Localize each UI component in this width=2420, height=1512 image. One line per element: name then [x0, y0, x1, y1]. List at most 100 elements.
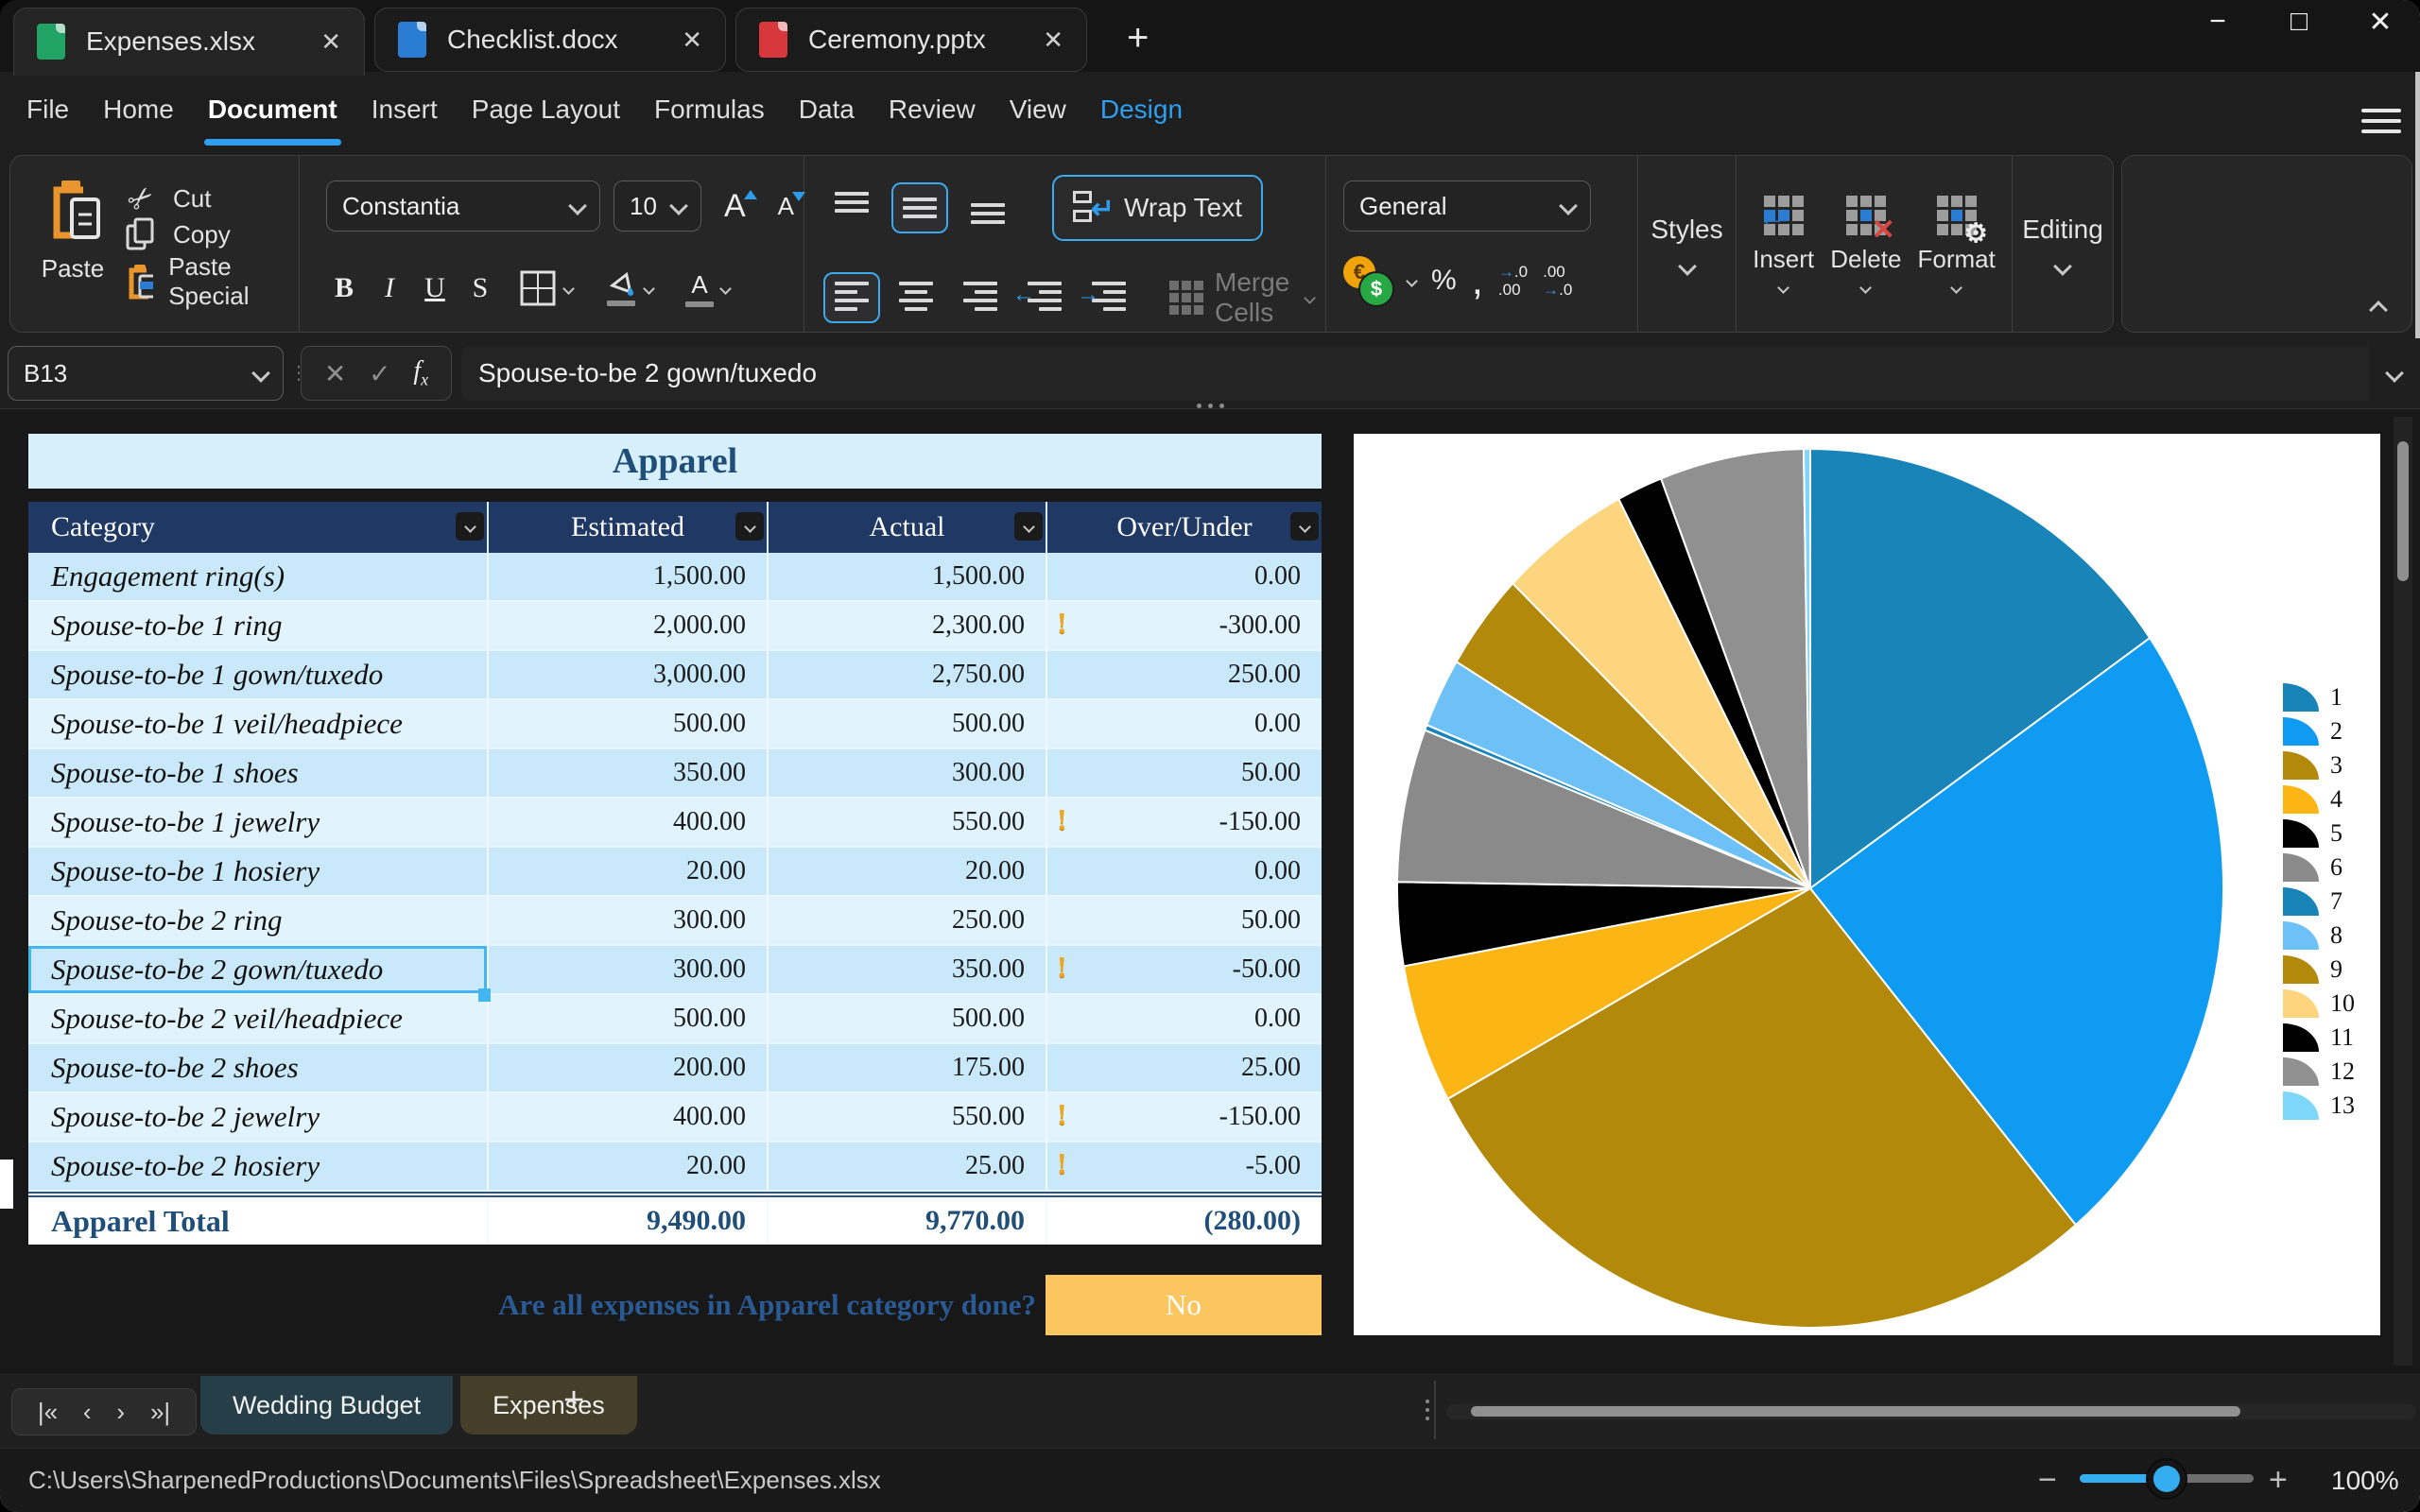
legend-item-5[interactable]: 5 — [2283, 814, 2355, 848]
cell-actual[interactable]: 550.00 — [767, 1093, 1046, 1141]
cell-category[interactable]: Spouse-to-be 2 ring — [28, 897, 487, 944]
cell-actual[interactable]: 25.00 — [767, 1143, 1046, 1190]
filter-button[interactable] — [1014, 512, 1043, 541]
confirm-formula-icon[interactable]: ✓ — [369, 358, 390, 389]
legend-item-3[interactable]: 3 — [2283, 746, 2355, 780]
zoom-slider-knob[interactable] — [2153, 1466, 2180, 1492]
close-icon[interactable]: ✕ — [1043, 26, 1063, 55]
increase-decimal-button[interactable]: →.0 .00 — [1498, 263, 1528, 299]
menu-item-formulas[interactable]: Formulas — [654, 94, 765, 138]
filter-button[interactable] — [456, 512, 484, 541]
filter-button[interactable] — [1290, 512, 1319, 541]
cell-over-under[interactable]: 250.00 — [1046, 651, 1322, 698]
format-cells-button[interactable]: ⚙ Format — [1918, 196, 1996, 292]
cell-estimated[interactable]: 400.00 — [487, 1093, 767, 1141]
last-sheet-icon[interactable]: »| — [150, 1398, 170, 1427]
legend-item-13[interactable]: 13 — [2283, 1086, 2355, 1120]
pie-chart[interactable] — [1354, 434, 2380, 1335]
collapse-ribbon-icon[interactable] — [2369, 301, 2388, 319]
document-tab-ceremony-pptx[interactable]: Ceremony.pptx✕ — [735, 8, 1087, 72]
insert-function-icon[interactable]: fx — [413, 356, 428, 390]
cell-category[interactable]: Engagement ring(s) — [28, 553, 487, 600]
decrease-indent-button[interactable]: ← — [1016, 272, 1073, 323]
menu-item-design[interactable]: Design — [1100, 94, 1183, 138]
minimize-icon[interactable]: − — [2195, 6, 2240, 39]
cell-over-under[interactable]: !-150.00 — [1046, 799, 1322, 846]
document-tab-checklist-docx[interactable]: Checklist.docx✕ — [374, 8, 726, 72]
cell-category[interactable]: Spouse-to-be 1 hosiery — [28, 848, 487, 895]
paste-button[interactable]: Paste — [24, 179, 122, 315]
increase-font-size-button[interactable]: A — [715, 188, 755, 225]
cell-actual[interactable]: 350.00 — [767, 946, 1046, 993]
hamburger-menu-icon[interactable] — [2361, 102, 2401, 140]
sheet-tab-wedding-budget[interactable]: Wedding Budget — [200, 1376, 453, 1435]
first-sheet-icon[interactable]: |« — [38, 1398, 58, 1427]
bold-button[interactable]: B — [326, 266, 362, 311]
sheet-tab-expenses[interactable]: Expenses — [460, 1376, 637, 1435]
cell-estimated[interactable]: 3,000.00 — [487, 651, 767, 698]
cell-estimated[interactable]: 500.00 — [487, 995, 767, 1042]
legend-item-4[interactable]: 4 — [2283, 780, 2355, 814]
document-tab-expenses-xlsx[interactable]: Expenses.xlsx✕ — [13, 8, 365, 76]
comma-format-button[interactable]: , — [1472, 271, 1483, 290]
total-over-under[interactable]: (280.00) — [1046, 1197, 1322, 1245]
zoom-in-button[interactable]: + — [2269, 1462, 2288, 1499]
menu-item-view[interactable]: View — [1010, 94, 1066, 138]
pane-splitter-handle[interactable] — [1197, 404, 1224, 408]
cell-estimated[interactable]: 2,000.00 — [487, 602, 767, 649]
cell-actual[interactable]: 250.00 — [767, 897, 1046, 944]
cell-category[interactable]: Spouse-to-be 2 jewelry — [28, 1093, 487, 1141]
cell-over-under[interactable]: !-5.00 — [1046, 1143, 1322, 1190]
total-actual[interactable]: 9,770.00 — [767, 1197, 1046, 1245]
styles-group[interactable]: Styles — [1638, 156, 1737, 332]
font-size-select[interactable]: 10 — [614, 180, 701, 232]
borders-button[interactable] — [508, 260, 584, 317]
menu-item-data[interactable]: Data — [799, 94, 855, 138]
font-color-button[interactable]: A — [674, 261, 741, 317]
cell-actual[interactable]: 20.00 — [767, 848, 1046, 895]
increase-indent-button[interactable]: → — [1080, 272, 1137, 323]
legend-item-8[interactable]: 8 — [2283, 916, 2355, 950]
cell-estimated[interactable]: 200.00 — [487, 1044, 767, 1091]
cell-over-under[interactable]: 50.00 — [1046, 749, 1322, 797]
align-bottom-button[interactable] — [959, 182, 1016, 233]
legend-item-9[interactable]: 9 — [2283, 950, 2355, 984]
align-top-button[interactable] — [823, 182, 880, 233]
copy-button[interactable]: Copy — [124, 216, 299, 252]
cell-actual[interactable]: 2,300.00 — [767, 602, 1046, 649]
vertical-scrollbar-thumb[interactable] — [2397, 441, 2409, 581]
new-document-button[interactable]: + — [1127, 17, 1149, 60]
cell-over-under[interactable]: !-150.00 — [1046, 1093, 1322, 1141]
cell-over-under[interactable]: 0.00 — [1046, 995, 1322, 1042]
cell-category[interactable]: Spouse-to-be 2 hosiery — [28, 1143, 487, 1190]
wrap-text-button[interactable]: ↵ Wrap Text — [1052, 175, 1263, 241]
answer-cell[interactable]: No — [1046, 1275, 1322, 1335]
close-icon[interactable]: ✕ — [2358, 6, 2403, 39]
percent-format-button[interactable]: % — [1431, 265, 1457, 297]
cut-button[interactable]: ✂ Cut — [124, 180, 299, 216]
filter-button[interactable] — [735, 512, 764, 541]
next-sheet-icon[interactable]: › — [116, 1398, 125, 1427]
fill-color-button[interactable] — [594, 261, 665, 316]
menu-item-review[interactable]: Review — [889, 94, 976, 138]
cell-category[interactable]: Spouse-to-be 2 veil/headpiece — [28, 995, 487, 1042]
underline-button[interactable]: U — [417, 266, 453, 311]
legend-item-2[interactable]: 2 — [2283, 712, 2355, 746]
paste-special-button[interactable]: Paste Special — [124, 252, 299, 311]
formula-bar-splitter[interactable]: ⋮ — [289, 370, 295, 377]
cell-estimated[interactable]: 20.00 — [487, 1143, 767, 1190]
merge-cells-button[interactable]: Merge Cells — [1158, 258, 1325, 337]
menu-item-insert[interactable]: Insert — [372, 94, 438, 138]
align-middle-button[interactable] — [891, 182, 948, 233]
total-estimated[interactable]: 9,490.00 — [487, 1197, 767, 1245]
cell-estimated[interactable]: 350.00 — [487, 749, 767, 797]
currency-format-icon[interactable]: €$ — [1343, 256, 1392, 305]
cell-estimated[interactable]: 300.00 — [487, 897, 767, 944]
legend-item-11[interactable]: 11 — [2283, 1018, 2355, 1052]
decrease-decimal-button[interactable]: .00 →.0 — [1543, 263, 1572, 299]
cell-category[interactable]: Spouse-to-be 1 ring — [28, 602, 487, 649]
cell-over-under[interactable]: 0.00 — [1046, 553, 1322, 600]
menu-item-file[interactable]: File — [26, 94, 69, 138]
maximize-icon[interactable]: □ — [2276, 6, 2322, 39]
cell-over-under[interactable]: !-50.00 — [1046, 946, 1322, 993]
